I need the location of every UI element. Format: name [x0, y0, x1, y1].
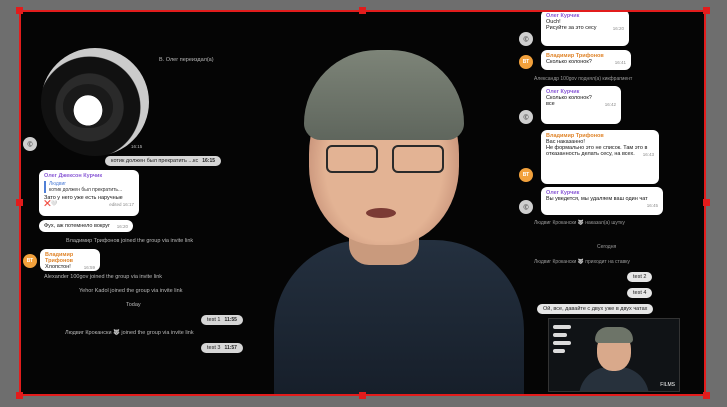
- resize-handle-right[interactable]: [703, 199, 710, 206]
- message-text: Вы уведется, мы удаляем ваш один чат: [546, 196, 648, 202]
- quote-text: котик должен был прекратить...: [49, 187, 123, 193]
- avatar[interactable]: Ⓒ: [519, 110, 533, 124]
- message-time: 11:55: [224, 317, 237, 323]
- message-time: 16:15: [202, 158, 216, 164]
- reply-quote[interactable]: Людвиг котик должен был прекратить...: [44, 181, 134, 193]
- resize-handle-top[interactable]: [359, 7, 366, 14]
- system-message: Людвиг Крокански 🐺 наказал(а) шутку: [534, 220, 625, 226]
- beanie-hat: [304, 50, 464, 140]
- video-preview[interactable]: FILMS: [548, 318, 680, 392]
- message-bubble[interactable]: Олег Курчик Сколько колонок? все 16:42: [541, 86, 621, 124]
- message-time: 16:45: [646, 203, 658, 208]
- preview-badge: FILMS: [660, 382, 675, 388]
- resize-handle-top-right[interactable]: [703, 7, 710, 14]
- message-bubble[interactable]: Владимир Трифонов Сколько колонок? 16:41: [541, 50, 631, 70]
- resize-handle-bottom-right[interactable]: [703, 392, 710, 399]
- message-bubble[interactable]: test 2: [627, 272, 653, 282]
- message-bubble[interactable]: Владимир Трифонов Хлопстон! 16:59: [40, 249, 100, 271]
- message-time: 16:59: [83, 265, 95, 270]
- message-time: 16:20: [612, 26, 624, 31]
- sender-name: Олег Джексон Курчик: [44, 173, 103, 179]
- video-canvas: В. Олег переиздал(а) 16:15 Ⓒ котик долже…: [19, 10, 706, 396]
- day-separator: Today: [126, 302, 141, 308]
- message-bubble[interactable]: test 3 11:57: [201, 343, 243, 353]
- avatar[interactable]: Ⓒ: [519, 32, 533, 46]
- message-text: test 3: [207, 345, 221, 351]
- resize-handle-left[interactable]: [16, 199, 23, 206]
- preview-line: [553, 349, 565, 353]
- message-time: 16:43: [642, 152, 654, 157]
- person-figure: [254, 50, 554, 396]
- message-text: Не формально это не список. Там это в от…: [546, 145, 648, 157]
- message-bubble[interactable]: Олег Курчик Ouch! Рисуйте за это сесу 16…: [541, 10, 629, 46]
- message-text: test 1: [207, 317, 221, 323]
- resize-handle-bottom[interactable]: [359, 392, 366, 399]
- mouth: [366, 208, 396, 218]
- day-separator: Сегодня: [597, 244, 617, 250]
- system-message: Александр 100gov поднял(а) кикфрагмент: [534, 76, 633, 82]
- message-text: Хлопстон!: [45, 264, 71, 270]
- message-time: 16:42: [604, 102, 616, 107]
- message-time: 11:57: [224, 345, 237, 351]
- message-bubble[interactable]: test 1 11:55: [201, 315, 243, 325]
- reaction-emoji[interactable]: ❌🤍: [44, 201, 58, 207]
- video-time: 16:15: [131, 144, 143, 149]
- message-text: Сколько колонок?: [546, 59, 592, 65]
- video-message-circle[interactable]: [41, 48, 149, 156]
- sender-name: Владимир Трифонов: [45, 252, 74, 264]
- reply-bubble[interactable]: Олег Джексон Курчик Людвиг котик должен …: [39, 170, 139, 216]
- avatar[interactable]: Ⓒ: [519, 200, 533, 214]
- preview-person-hat: [595, 327, 633, 343]
- avatar[interactable]: ВТ: [23, 254, 37, 268]
- cat-image: [63, 84, 113, 128]
- message-bubble[interactable]: Владимир Трифонов Вас наказанно! Не форм…: [541, 130, 659, 184]
- resize-handle-top-left[interactable]: [16, 7, 23, 14]
- preview-line: [553, 341, 571, 345]
- preview-line: [553, 333, 567, 337]
- join-notice: Владимир Трифонов joined the group via i…: [66, 238, 194, 244]
- system-message: Людвиг Крокански 🐺 приходит на ставку: [534, 259, 630, 265]
- message-bubble[interactable]: Ой, все, давайте с двух уже в двух чатах: [537, 304, 654, 314]
- join-notice: Людвиг Крокански 🐺 joined the group via …: [65, 330, 194, 336]
- resize-handle-bottom-left[interactable]: [16, 392, 23, 399]
- message-time: edited 16:17: [109, 202, 134, 207]
- message-time: 16:20: [116, 224, 128, 229]
- message-text: котик должен был прекратить ...кс: [111, 158, 199, 164]
- system-message: В. Олег переиздал(а): [159, 57, 214, 63]
- preview-line: [553, 325, 571, 329]
- avatar[interactable]: ВТ: [519, 168, 533, 182]
- message-text: Фух, аж потемнело вокруг: [44, 223, 111, 229]
- avatar[interactable]: Ⓒ: [23, 137, 37, 151]
- message-bubble[interactable]: Олег Курчик Вы уведется, мы удаляем ваш …: [541, 187, 663, 215]
- message-time: 16:41: [614, 60, 626, 65]
- message-text: все: [546, 101, 555, 107]
- message-bubble[interactable]: котик должен был прекратить ...кс 16:15: [105, 156, 222, 166]
- avatar[interactable]: ВТ: [519, 55, 533, 69]
- glasses: [326, 145, 444, 173]
- message-bubble[interactable]: Фух, аж потемнело вокруг 16:20: [39, 220, 133, 232]
- join-notice: Alexander 100gov joined the group via in…: [44, 274, 163, 280]
- message-bubble[interactable]: test 4: [627, 288, 653, 298]
- message-text: Рисуйте за это сесу: [546, 25, 597, 31]
- join-notice: Yehor Kadol joined the group via invite …: [79, 288, 183, 294]
